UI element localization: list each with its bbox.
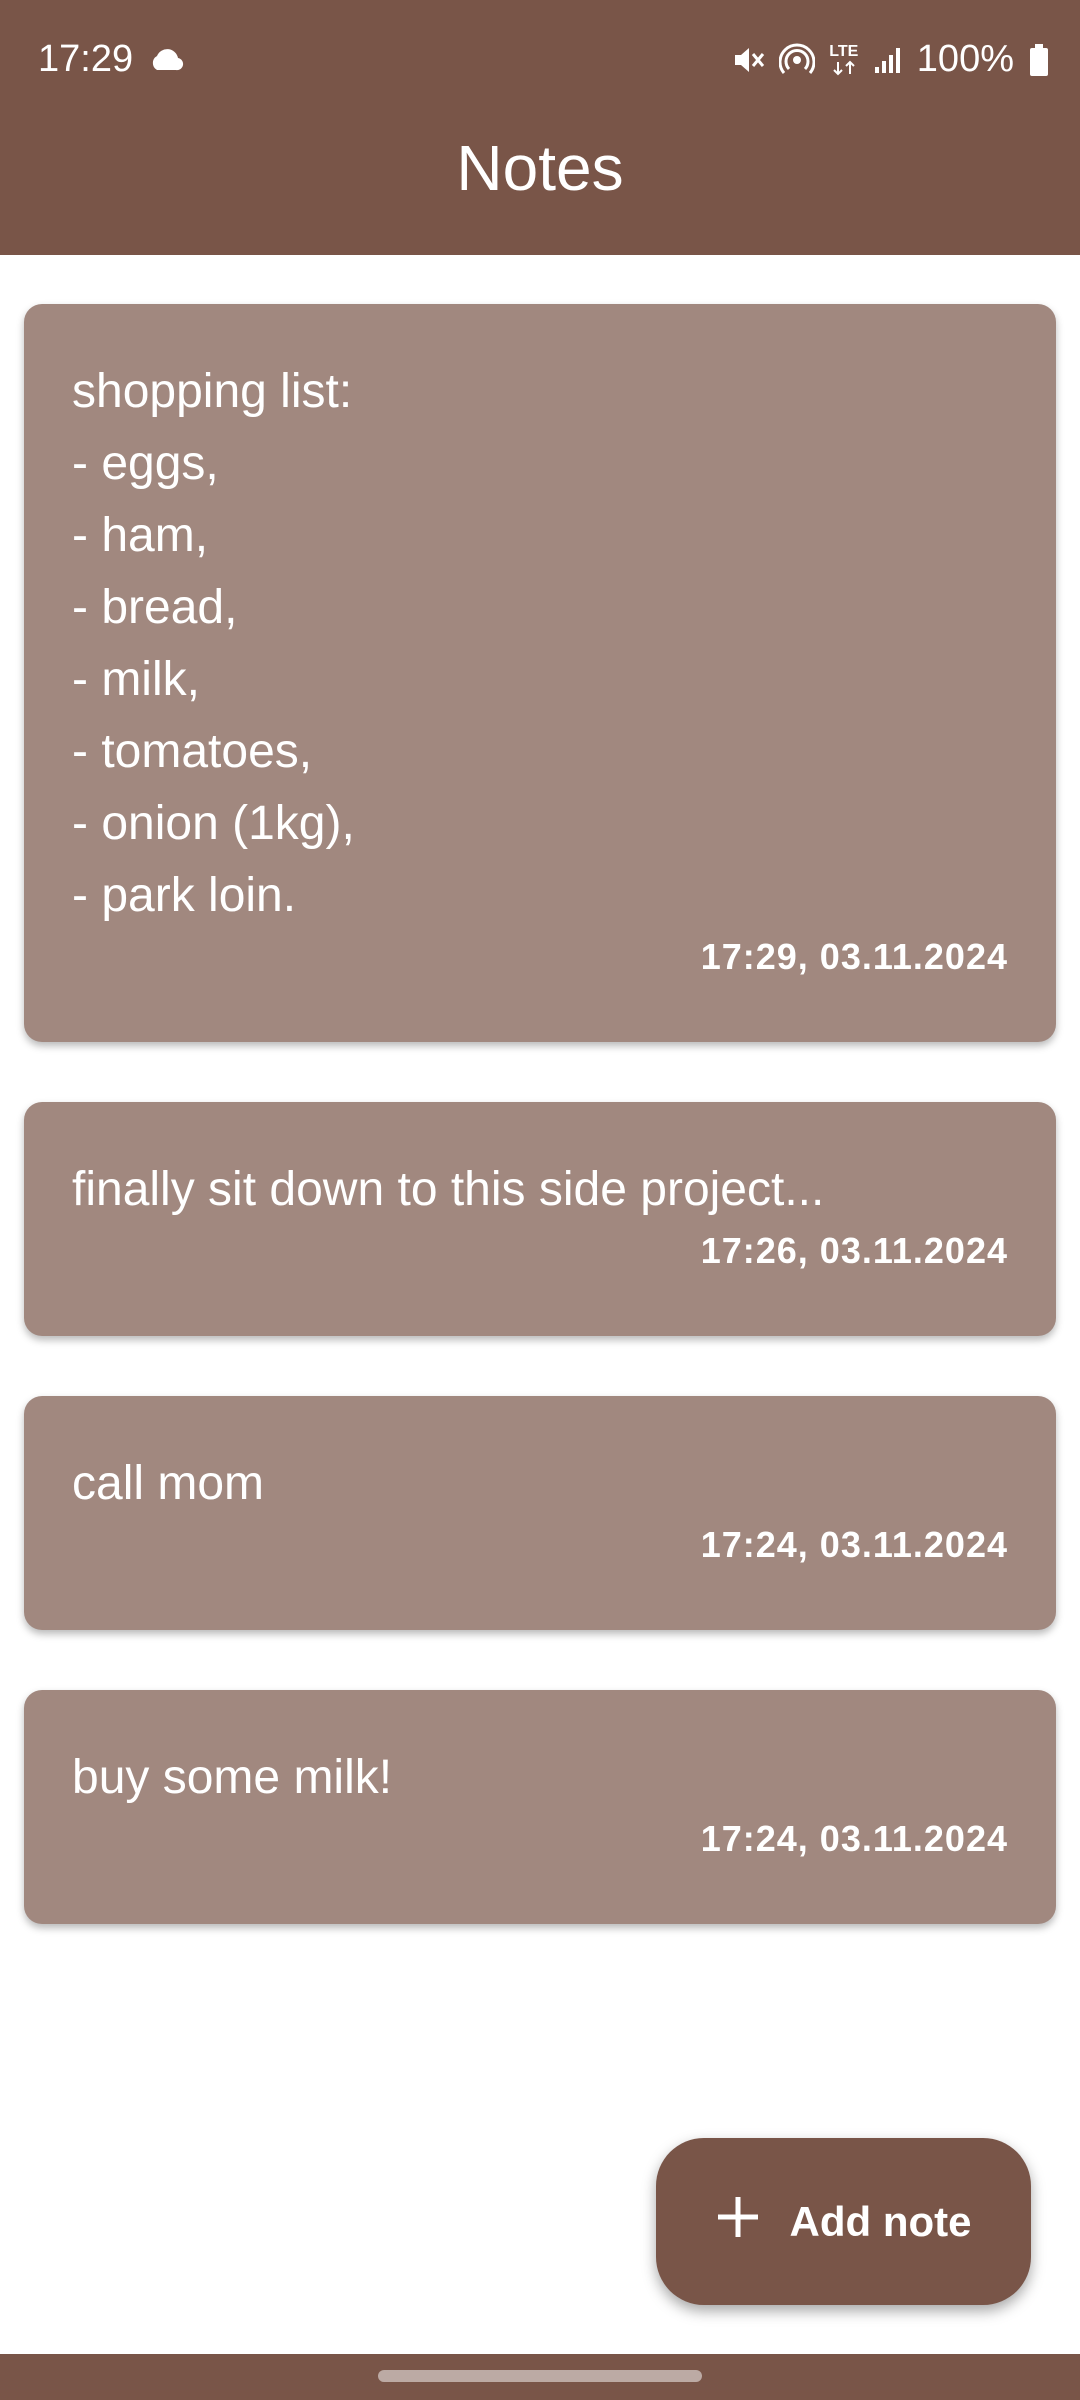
status-time: 17:29 (38, 38, 134, 80)
note-timestamp: 17:26, 03.11.2024 (700, 1230, 1008, 1271)
notes-list: shopping list: - eggs, - ham, - bread, -… (24, 304, 1056, 1984)
app-bar: 17:29 LTE 100% Notes (0, 0, 1080, 255)
add-note-button[interactable]: Add note (656, 2138, 1031, 2305)
add-note-label: Add note (789, 2197, 972, 2245)
navigation-bar (0, 2354, 1080, 2400)
note-card[interactable]: finally sit down to this side project...… (24, 1102, 1056, 1336)
status-icons: LTE 100% (731, 38, 1050, 81)
note-text: call mom (72, 1457, 265, 1510)
note-card[interactable]: buy some milk! 17:24, 03.11.2024 (24, 1690, 1056, 1924)
lte-label: LTE (829, 43, 859, 60)
cloud-icon (148, 48, 184, 77)
status-bar: 17:29 LTE 100% (0, 0, 1080, 122)
note-card[interactable]: call mom 17:24, 03.11.2024 (24, 1396, 1056, 1630)
note-timestamp: 17:29, 03.11.2024 (700, 936, 1008, 977)
battery-percent: 100% (916, 38, 1014, 80)
note-text: finally sit down to this side project... (72, 1163, 825, 1216)
gesture-handle[interactable] (378, 2370, 702, 2382)
lte-icon: LTE (829, 43, 859, 76)
note-timestamp: 17:24, 03.11.2024 (700, 1818, 1008, 1859)
page-title: Notes (456, 132, 624, 204)
note-card[interactable]: shopping list: - eggs, - ham, - bread, -… (24, 304, 1056, 1042)
plus-icon (716, 2195, 760, 2249)
note-timestamp: 17:24, 03.11.2024 (700, 1524, 1008, 1565)
note-text: shopping list: - eggs, - ham, - bread, -… (72, 365, 355, 922)
hotspot-icon (778, 43, 815, 77)
signal-icon (873, 45, 903, 75)
mute-icon (731, 43, 765, 77)
note-text: buy some milk! (72, 1751, 393, 1804)
battery-icon (1028, 43, 1050, 77)
